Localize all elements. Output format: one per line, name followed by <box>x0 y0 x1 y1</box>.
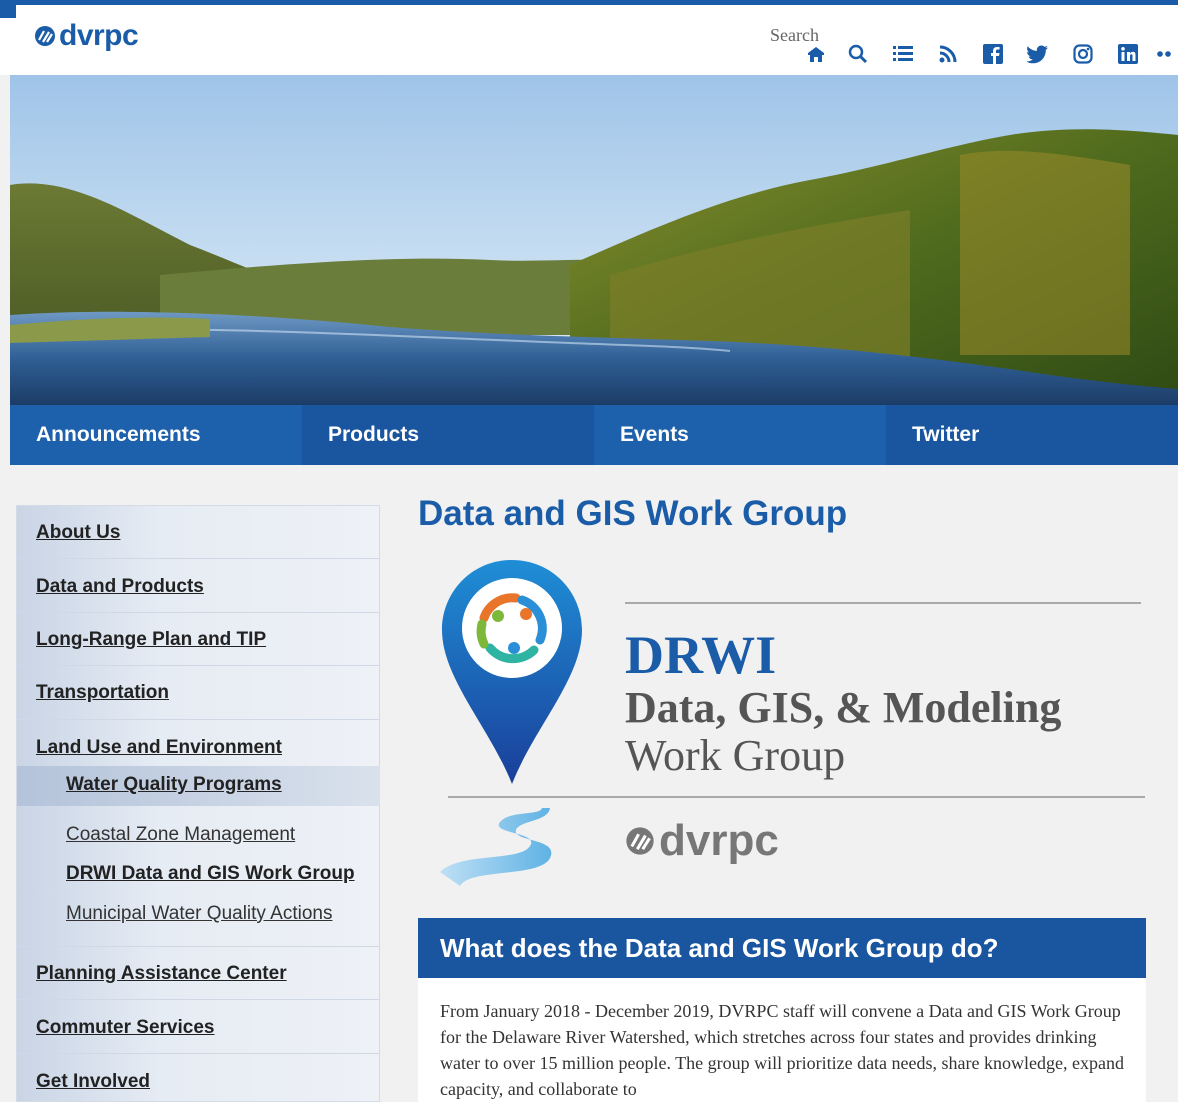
sidebar-subsubitem-coastal-zone[interactable]: Coastal Zone Management <box>66 824 295 846</box>
sidebar-item-get-involved[interactable]: Get Involved <box>36 1071 150 1093</box>
dvrpc-logo-small: dvrpc <box>625 816 779 866</box>
sidebar-item-about-us[interactable]: About Us <box>36 522 120 544</box>
instagram-icon[interactable] <box>1066 41 1100 67</box>
search-icon[interactable] <box>841 41 875 67</box>
main-nav: Announcements Products Events Twitter <box>10 405 1178 465</box>
sidebar-item-transportation[interactable]: Transportation <box>36 682 169 704</box>
tab-announcements[interactable]: Announcements <box>10 405 302 465</box>
sidebar-divider <box>17 1053 380 1054</box>
tab-events[interactable]: Events <box>594 405 886 465</box>
logo-drwi-text: DRWI <box>625 625 777 685</box>
linkedin-icon[interactable] <box>1111 41 1145 67</box>
home-icon[interactable] <box>803 41 829 67</box>
sidebar-subitem-water-quality[interactable]: Water Quality Programs <box>66 774 282 796</box>
tab-products[interactable]: Products <box>302 405 594 465</box>
sidebar-item-long-range-plan[interactable]: Long-Range Plan and TIP <box>36 629 266 651</box>
sidebar-item-commuter-services[interactable]: Commuter Services <box>36 1017 214 1039</box>
sidebar-subsubitem-drwi-current[interactable]: DRWI Data and GIS Work Group <box>66 863 355 885</box>
sidebar-divider <box>17 558 380 559</box>
tab-label: Events <box>620 423 689 446</box>
twitter-icon[interactable] <box>1021 41 1055 67</box>
sidebar-divider <box>17 665 380 666</box>
sidebar-item-land-use[interactable]: Land Use and Environment <box>36 737 282 759</box>
logo-divider <box>448 796 1145 798</box>
dvrpc-logo-mark-icon <box>35 26 55 46</box>
river-swoosh-icon <box>440 808 552 886</box>
logo-text: dvrpc <box>659 816 779 865</box>
dvrpc-logo-mark-icon <box>626 827 654 855</box>
section-body-text: From January 2018 - December 2019, DVRPC… <box>418 978 1146 1102</box>
sidebar-divider <box>17 719 380 720</box>
rss-icon[interactable] <box>931 41 965 67</box>
tab-label: Announcements <box>36 423 201 446</box>
more-icon[interactable] <box>1156 41 1176 67</box>
sidebar: About Us Data and Products Long-Range Pl… <box>16 505 380 1102</box>
map-pin-icon <box>442 560 582 784</box>
sidebar-divider <box>17 946 380 947</box>
logo-divider <box>625 602 1141 604</box>
sidebar-divider <box>17 612 380 613</box>
dvrpc-logo[interactable]: dvrpc <box>34 19 139 53</box>
tab-label: Twitter <box>912 423 980 446</box>
page-title: Data and GIS Work Group <box>418 494 848 533</box>
tab-twitter[interactable]: Twitter <box>886 405 1178 465</box>
hero-river-image <box>10 75 1178 405</box>
sidebar-subsubitem-municipal[interactable]: Municipal Water Quality Actions <box>66 903 332 925</box>
header-icon-bar <box>803 41 1178 67</box>
sidebar-item-data-and-products[interactable]: Data and Products <box>36 576 204 598</box>
section-heading: What does the Data and GIS Work Group do… <box>418 918 1146 978</box>
drwi-logo-graphic: DRWI Data, GIS, & Modeling Work Group dv… <box>430 550 1150 900</box>
sidebar-item-planning-assistance[interactable]: Planning Assistance Center <box>36 963 287 985</box>
site-header: dvrpc Search <box>0 5 1178 75</box>
sidebar-divider <box>17 999 380 1000</box>
logo-text: dvrpc <box>59 19 139 52</box>
logo-subtitle: Data, GIS, & Modeling <box>625 683 1062 732</box>
facebook-icon[interactable] <box>976 41 1010 67</box>
tab-label: Products <box>328 423 420 446</box>
list-icon[interactable] <box>886 41 920 67</box>
logo-subtitle-2: Work Group <box>625 731 846 780</box>
corner-accent <box>0 0 16 18</box>
